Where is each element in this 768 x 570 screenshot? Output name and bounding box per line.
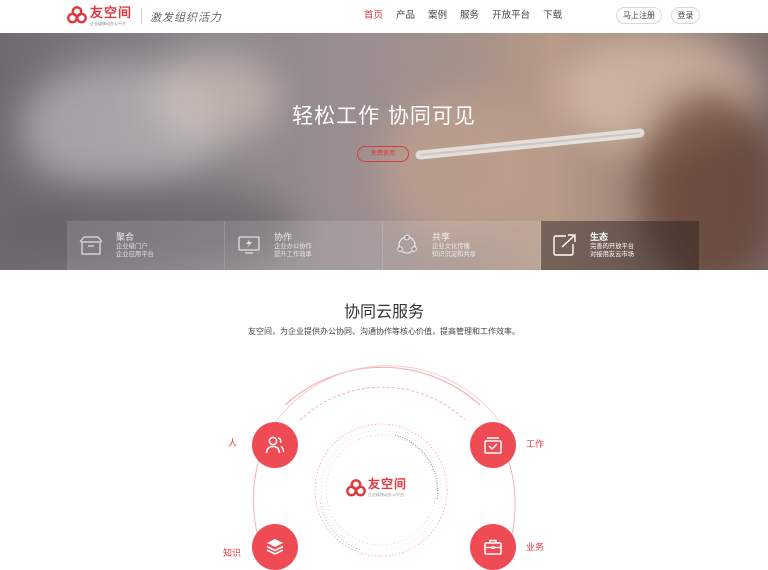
top-header: 友空间 企业级移动办公平台 激发组织活力 首页 产品 案例 服务 开放平台 下载…	[0, 0, 768, 33]
section-description: 友空间，为企业提供办公协同、沟通协作等核心价值，提高管理和工作效率。	[248, 327, 520, 336]
node-label-people: 人	[228, 439, 238, 449]
feature-share[interactable]: 共享 企业文化传播 知识沉淀和共享	[383, 221, 541, 270]
center-logo-subtitle: 企业级移动办公平台	[368, 492, 404, 497]
feature-collaborate[interactable]: 协作 企业办公协作 提升工作效率	[225, 221, 383, 270]
feature-ecosystem[interactable]: 生态 完善的开放平台 对接用友云市场	[541, 221, 699, 270]
logo-name: 友空间	[90, 6, 133, 21]
free-trial-button[interactable]: 免费使用	[357, 146, 409, 162]
feature-title: 协作	[274, 233, 293, 243]
lightning-screen-icon	[238, 236, 260, 254]
logo-subtitle: 企业级移动办公平台	[90, 21, 126, 26]
feature-title: 聚合	[116, 233, 135, 243]
share-network-icon	[397, 234, 417, 254]
logo-mark-icon	[67, 6, 87, 24]
briefcase-icon	[484, 539, 502, 555]
collaboration-diagram: 友空间 企业级移动办公平台 人 工作 知识 业务	[0, 350, 768, 570]
feature-title: 共享	[432, 233, 451, 243]
slogan: 激发组织活力	[150, 11, 222, 24]
feature-line: 对接用友云市场	[590, 251, 635, 258]
box-icon	[79, 236, 103, 255]
nav-cases[interactable]: 案例	[428, 10, 447, 24]
people-icon	[265, 436, 285, 454]
node-label-business: 业务	[526, 543, 545, 553]
login-button[interactable]: 登录	[671, 7, 700, 24]
node-work[interactable]	[470, 422, 516, 468]
logo-divider	[141, 8, 142, 24]
feature-line: 完善的开放平台	[590, 243, 635, 250]
node-label-knowledge: 知识	[223, 549, 242, 559]
node-label-work: 工作	[526, 440, 545, 450]
feature-strip: 聚合 企业级门户 企业应用平台 协作 企业办公协作 提升工作效率 共享 企业文化…	[67, 221, 699, 270]
register-button[interactable]: 马上注册	[616, 7, 662, 24]
nav-services[interactable]: 服务	[460, 10, 479, 24]
center-logo-name: 友空间	[368, 477, 408, 491]
stack-icon	[266, 539, 284, 555]
center-logo: 友空间 企业级移动办公平台	[346, 478, 416, 500]
inbox-icon	[484, 437, 502, 454]
feature-line: 知识沉淀和共享	[432, 251, 477, 258]
node-knowledge[interactable]	[252, 524, 298, 570]
logo-mark-icon	[346, 479, 366, 497]
orbit-rings	[252, 365, 516, 557]
feature-line: 企业办公协作	[274, 243, 312, 250]
feature-aggregate[interactable]: 聚合 企业级门户 企业应用平台	[67, 221, 225, 270]
hero-banner: 轻松工作 协同可见 免费使用 聚合 企业级门户 企业应用平台 协作 企业办公协作…	[0, 33, 768, 270]
nav-download[interactable]: 下载	[543, 10, 562, 24]
node-business[interactable]	[470, 524, 516, 570]
nav-home[interactable]: 首页	[364, 10, 383, 24]
feature-line: 企业级门户	[116, 243, 148, 250]
main-nav: 首页 产品 案例 服务 开放平台 下载	[364, 10, 575, 24]
site-logo[interactable]: 友空间 企业级移动办公平台	[67, 6, 131, 28]
feature-title: 生态	[590, 233, 609, 243]
arrow-out-icon	[553, 234, 576, 256]
section-title: 协同云服务	[343, 302, 424, 321]
nav-products[interactable]: 产品	[396, 10, 415, 24]
feature-line: 企业文化传播	[432, 243, 470, 250]
feature-line: 企业应用平台	[116, 251, 154, 258]
nav-open-platform[interactable]: 开放平台	[492, 10, 530, 24]
node-people[interactable]	[252, 422, 298, 468]
hero-title: 轻松工作 协同可见	[292, 104, 476, 128]
feature-line: 提升工作效率	[274, 251, 312, 258]
